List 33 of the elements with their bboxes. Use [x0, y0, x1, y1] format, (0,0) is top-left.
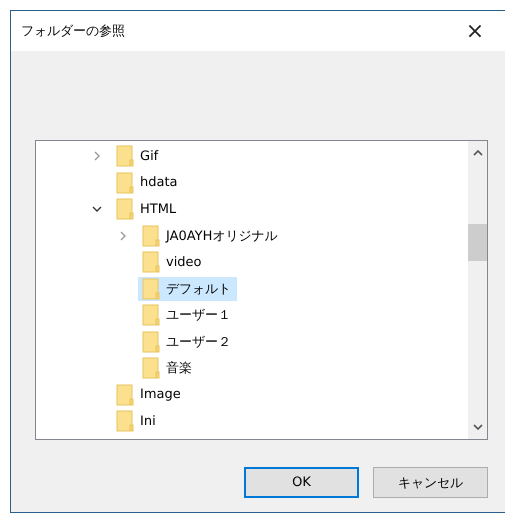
- tree-item[interactable]: 音楽: [138, 356, 198, 380]
- tree-item[interactable]: Ini: [112, 409, 162, 434]
- folder-icon: [142, 251, 160, 274]
- folder-icon: [142, 330, 160, 353]
- folder-icon: [116, 145, 134, 168]
- folder-icon: [116, 384, 134, 406]
- chevron-down-icon[interactable]: [92, 204, 102, 214]
- tree-item[interactable]: ユーザー２: [138, 330, 237, 354]
- scroll-thumb[interactable]: [468, 224, 487, 261]
- folder-icon: [116, 410, 134, 432]
- scroll-up-icon[interactable]: [472, 149, 482, 157]
- window-title: フォルダーの参照: [21, 23, 125, 40]
- cancel-button[interactable]: キャンセル: [373, 467, 488, 498]
- folder-icon: [116, 198, 134, 220]
- tree-item[interactable]: video: [138, 250, 208, 274]
- scroll-down-icon[interactable]: [472, 423, 482, 431]
- scrollbar[interactable]: [468, 141, 487, 439]
- tree-item[interactable]: HTML: [112, 197, 182, 222]
- tree-item[interactable]: JA0AYHオリジナル: [138, 224, 284, 248]
- chevron-right-icon[interactable]: [118, 230, 128, 241]
- folder-icon: [116, 172, 134, 194]
- tree-item[interactable]: Image: [112, 382, 187, 407]
- tree-item[interactable]: ユーザー１: [138, 303, 237, 328]
- folder-icon: [142, 278, 160, 300]
- chevron-right-icon[interactable]: [92, 151, 102, 162]
- close-button[interactable]: ×: [455, 11, 495, 51]
- ok-button[interactable]: OK: [244, 467, 359, 498]
- folder-icon: [142, 304, 160, 326]
- folder-icon: [142, 357, 160, 380]
- tree-item[interactable]: Gif: [112, 144, 164, 168]
- tree-item[interactable]: デフォルト: [138, 276, 237, 301]
- folder-icon: [142, 224, 160, 247]
- tree-item[interactable]: hdata: [112, 170, 184, 195]
